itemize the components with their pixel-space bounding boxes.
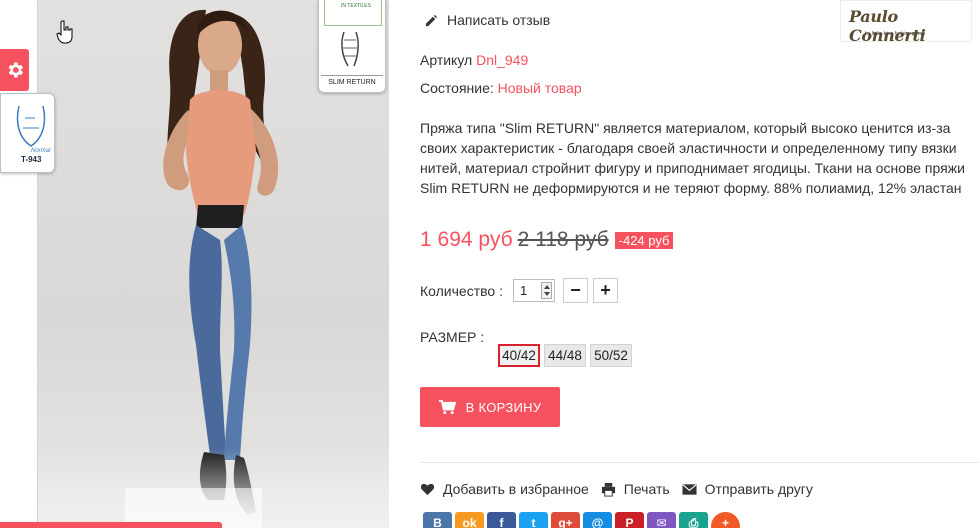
discount-badge: -424 руб — [614, 231, 674, 249]
slim-return-icon — [341, 31, 359, 67]
twitter-icon[interactable]: t — [519, 512, 548, 528]
send-to-friend-label: Отправить другу — [704, 481, 813, 497]
certificate-text: IN TEXTILES — [341, 3, 371, 9]
fit-badge: Normal T-943 — [0, 93, 55, 173]
certificate-box: IN TEXTILES — [324, 0, 382, 26]
google-plus-icon[interactable]: g+ — [551, 512, 580, 528]
price-block: 1 694 руб 2 118 руб -424 руб — [420, 228, 674, 252]
article-value: Dnl_949 — [476, 52, 529, 68]
mailru-icon[interactable]: @ — [583, 512, 612, 528]
section-divider — [420, 462, 979, 463]
fit-badge-sub: Normal — [31, 148, 51, 154]
more-icon[interactable]: + — [711, 512, 740, 528]
hand-cursor-icon — [56, 20, 73, 44]
article-label: Артикул — [420, 52, 473, 68]
print-label: Печать — [623, 481, 670, 497]
bottom-red-bar — [0, 522, 222, 528]
size-label: РАЗМЕР : — [420, 329, 485, 345]
size-option-40-42[interactable]: 40/42 — [498, 344, 540, 367]
vk-icon[interactable]: В — [423, 512, 452, 528]
send-to-friend-link[interactable]: Отправить другу — [682, 481, 813, 497]
write-review-link[interactable]: Написать отзыв — [424, 12, 550, 28]
facebook-icon[interactable]: f — [487, 512, 516, 528]
current-price: 1 694 руб — [420, 228, 513, 251]
condition-value: Новый товар — [497, 80, 582, 96]
material-badge-label: SLIM RETURN — [321, 75, 383, 86]
add-to-favorites-label: Добавить в избранное — [443, 481, 589, 497]
quantity-input[interactable]: 1 — [513, 279, 555, 302]
quantity-increase-button[interactable]: + — [593, 278, 618, 303]
condition-row: Состояние: Новый товар — [420, 80, 582, 96]
quantity-value: 1 — [520, 283, 528, 298]
social-share-bar: В ok f t g+ @ P ✉ ⎙ + — [423, 512, 740, 528]
envelope-icon — [682, 483, 697, 495]
quantity-spinner[interactable] — [541, 282, 552, 299]
print-icon[interactable]: ⎙ — [679, 512, 708, 528]
settings-button[interactable] — [0, 49, 29, 91]
condition-label: Состояние: — [420, 80, 494, 96]
pinterest-icon[interactable]: P — [615, 512, 644, 528]
quantity-decrease-button[interactable]: − — [563, 278, 588, 303]
odnoklassniki-icon[interactable]: ok — [455, 512, 484, 528]
size-option-44-48[interactable]: 44/48 — [544, 344, 586, 367]
heart-icon — [420, 483, 435, 495]
print-link[interactable]: Печать — [601, 481, 670, 497]
product-actions: Добавить в избранное Печать Отправить др… — [420, 481, 825, 497]
product-description: Пряжа типа "Slim RETURN" является матери… — [420, 120, 965, 196]
email-icon[interactable]: ✉ — [647, 512, 676, 528]
add-to-cart-button[interactable]: В КОРЗИНУ — [420, 387, 560, 427]
article-row: Артикул Dnl_949 — [420, 52, 528, 68]
add-to-favorites-link[interactable]: Добавить в избранное — [420, 481, 589, 497]
size-option-50-52[interactable]: 50/52 — [590, 344, 632, 367]
gear-icon — [8, 62, 23, 78]
brand-logo: Paulo Connerti by Italia-Line fashion gr… — [840, 0, 972, 45]
fit-badge-code: T-943 — [21, 155, 42, 164]
old-price: 2 118 руб — [517, 228, 609, 251]
brand-tagline: by Italia-Line fashion group — [865, 31, 926, 37]
brand-name: Paulo Connerti — [849, 7, 926, 45]
printer-icon — [601, 482, 615, 497]
pencil-icon — [425, 14, 438, 26]
cart-icon — [438, 399, 456, 414]
write-review-label: Написать отзыв — [447, 12, 551, 28]
material-badge: IN TEXTILES SLIM RETURN — [318, 0, 386, 93]
quantity-label: Количество : — [420, 283, 503, 299]
add-to-cart-label: В КОРЗИНУ — [465, 399, 542, 415]
